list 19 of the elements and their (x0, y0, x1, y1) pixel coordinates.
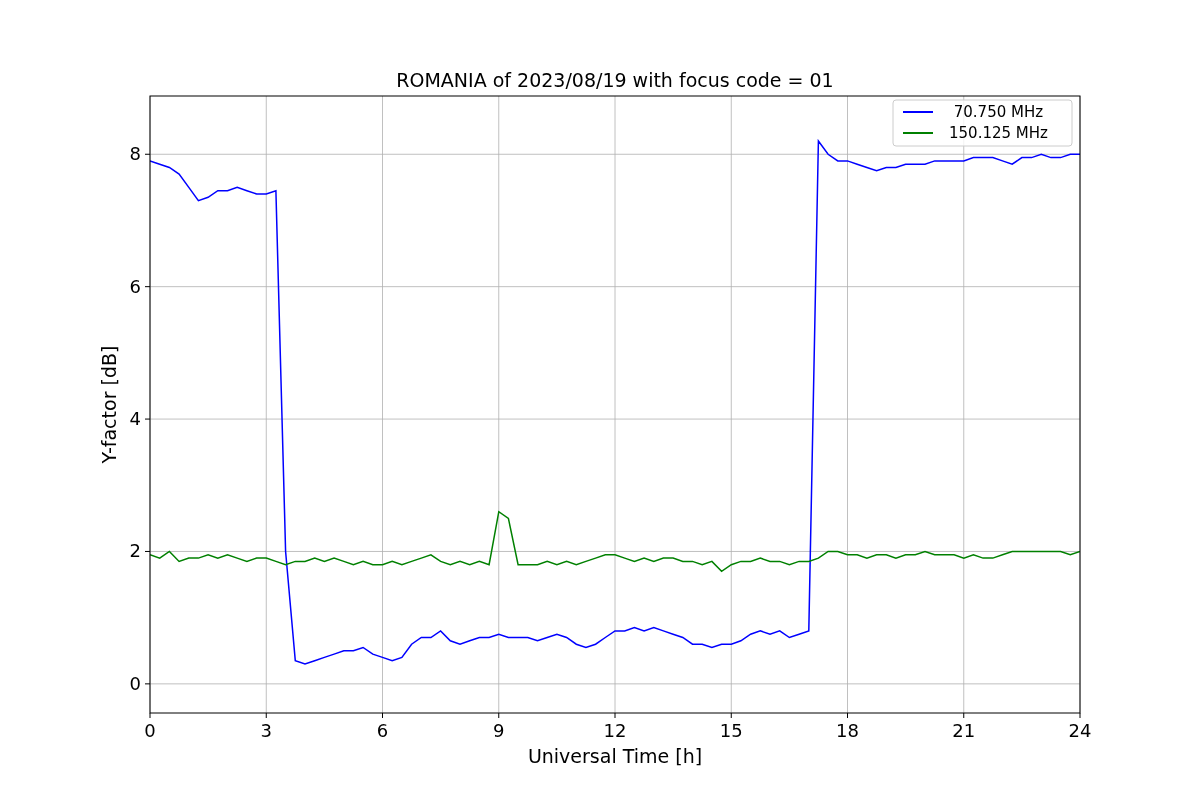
x-tick-label: 18 (836, 720, 859, 741)
y-tick-label: 2 (129, 540, 141, 562)
y-tick-label: 6 (129, 275, 141, 297)
legend-label: 70.750 MHz (953, 103, 1044, 121)
y-tick-label: 8 (129, 143, 141, 165)
legend-label: 150.125 MHz (949, 124, 1048, 142)
x-tick-label: 21 (952, 720, 976, 741)
x-tick-label: 0 (144, 720, 156, 741)
y-tick-label: 0 (129, 672, 141, 694)
x-tick-label: 12 (603, 720, 627, 741)
x-tick-label: 6 (376, 720, 389, 741)
x-tick-label: 9 (493, 720, 505, 741)
x-tick-label: 24 (1068, 720, 1092, 741)
x-tick-label: 3 (260, 720, 272, 741)
chart-title: ROMANIA of 2023/08/19 with focus code = 01 (396, 69, 834, 91)
y-axis-label: Y-factor [dB] (98, 345, 120, 464)
x-axis-label: Universal Time [h] (527, 745, 703, 767)
y-tick-label: 4 (129, 408, 141, 430)
x-tick-label: 15 (719, 720, 743, 741)
